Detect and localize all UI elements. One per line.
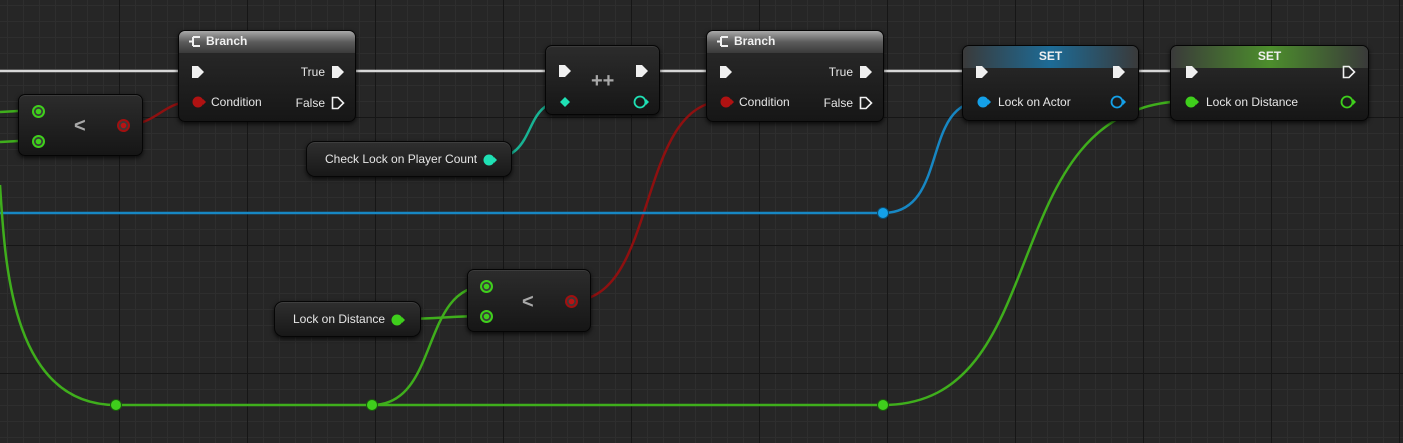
exec-output-pin[interactable] bbox=[1112, 65, 1126, 79]
float-input-pin-a[interactable] bbox=[479, 279, 494, 294]
object-output-pin[interactable] bbox=[1109, 94, 1127, 110]
variable-label: Lock on Distance bbox=[293, 312, 386, 326]
reroute-knot bbox=[877, 399, 889, 411]
exec-input-pin[interactable] bbox=[719, 65, 733, 79]
branch-icon bbox=[189, 36, 200, 47]
exec-output-pin[interactable] bbox=[635, 64, 649, 78]
condition-pin[interactable] bbox=[719, 95, 735, 109]
compare-node-2[interactable]: < bbox=[467, 269, 591, 332]
exec-false-pin[interactable] bbox=[331, 96, 345, 110]
node-header: Branch bbox=[179, 31, 355, 53]
branch-node-2[interactable]: Branch True Condition False bbox=[706, 30, 884, 122]
false-label: False bbox=[295, 96, 325, 110]
node-header: SET bbox=[1171, 46, 1368, 68]
float-output-pin[interactable] bbox=[390, 313, 406, 327]
set-lock-actor-node[interactable]: SET Lock on Actor bbox=[962, 45, 1139, 121]
exec-input-pin[interactable] bbox=[975, 65, 989, 79]
float-wire bbox=[0, 184, 117, 407]
int-output-pin[interactable] bbox=[482, 153, 498, 167]
false-label: False bbox=[823, 96, 853, 110]
object-input-pin[interactable] bbox=[976, 95, 992, 109]
float-input-pin-a[interactable] bbox=[31, 104, 46, 119]
get-lock-distance-node[interactable]: Lock on Distance bbox=[274, 301, 421, 337]
exec-input-pin[interactable] bbox=[1185, 65, 1199, 79]
true-label: True bbox=[828, 65, 853, 79]
node-title: SET bbox=[1038, 49, 1063, 63]
float-input-pin-b[interactable] bbox=[479, 309, 494, 324]
variable-label: Check Lock on Player Count bbox=[325, 152, 478, 166]
condition-label: Condition bbox=[739, 95, 790, 109]
float-output-pin[interactable] bbox=[1339, 94, 1357, 110]
exec-false-pin[interactable] bbox=[859, 96, 873, 110]
int-output-pin[interactable] bbox=[632, 94, 650, 110]
branch-icon bbox=[717, 36, 728, 47]
exec-input-pin[interactable] bbox=[558, 64, 572, 78]
reroute-knot bbox=[366, 399, 378, 411]
reroute-knot bbox=[877, 207, 889, 219]
node-title: Branch bbox=[734, 34, 776, 48]
exec-input-pin[interactable] bbox=[191, 65, 205, 79]
compare-operator: < bbox=[522, 291, 534, 313]
float-input-pin[interactable] bbox=[1184, 95, 1200, 109]
compare-node-1[interactable]: < bbox=[18, 94, 143, 156]
input-label: Lock on Distance bbox=[1206, 95, 1299, 109]
input-label: Lock on Actor bbox=[998, 95, 1071, 109]
branch-node-1[interactable]: Branch True Condition False bbox=[178, 30, 356, 122]
true-label: True bbox=[300, 65, 325, 79]
reroute-knot bbox=[110, 399, 122, 411]
int-input-pin[interactable] bbox=[558, 95, 572, 109]
exec-true-pin[interactable] bbox=[331, 65, 345, 79]
float-wire bbox=[882, 99, 1191, 407]
bool-wire bbox=[570, 99, 726, 303]
float-input-pin-b[interactable] bbox=[31, 134, 46, 149]
set-lock-distance-node[interactable]: SET Lock on Distance bbox=[1170, 45, 1369, 121]
increment-node[interactable]: ++ bbox=[545, 45, 660, 115]
exec-output-pin[interactable] bbox=[1342, 65, 1356, 79]
condition-pin[interactable] bbox=[191, 95, 207, 109]
bool-output-pin[interactable] bbox=[116, 118, 131, 133]
node-title: Branch bbox=[206, 34, 248, 48]
bool-output-pin[interactable] bbox=[564, 294, 579, 309]
node-title: SET bbox=[1257, 49, 1282, 63]
node-header: Branch bbox=[707, 31, 883, 53]
increment-operator: ++ bbox=[591, 70, 615, 92]
exec-true-pin[interactable] bbox=[859, 65, 873, 79]
condition-label: Condition bbox=[211, 95, 262, 109]
compare-operator: < bbox=[74, 115, 86, 137]
get-player-count-node[interactable]: Check Lock on Player Count bbox=[306, 141, 512, 177]
